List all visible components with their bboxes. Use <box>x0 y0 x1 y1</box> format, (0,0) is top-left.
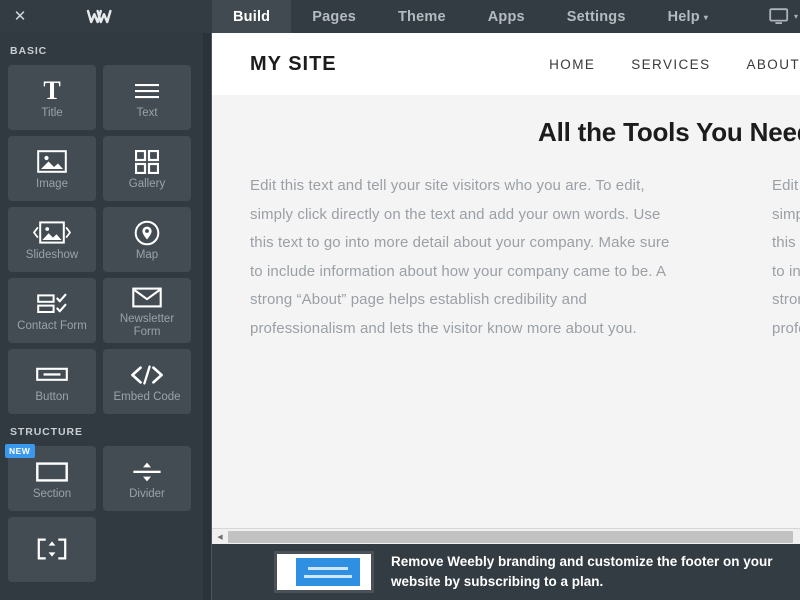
upgrade-banner[interactable]: Remove Weebly branding and customize the… <box>212 544 800 600</box>
element-tile-section[interactable]: NEW Section <box>5 444 96 511</box>
tab-theme-label: Theme <box>397 8 446 25</box>
title-icon: T <box>43 75 61 105</box>
element-tile-contact-form[interactable]: Contact Form <box>8 278 96 343</box>
weebly-logo-icon[interactable] <box>86 8 112 26</box>
section-label-structure: STRUCTURE <box>10 426 83 438</box>
image-icon <box>37 147 67 177</box>
spacer-icon <box>37 534 67 564</box>
site-nav-item-services[interactable]: SERVICES <box>631 57 710 72</box>
element-tile-spacer[interactable] <box>8 517 96 582</box>
tab-help-label: Help <box>667 8 700 25</box>
element-tile-text-label: Text <box>136 106 158 119</box>
tab-settings[interactable]: Settings <box>546 0 647 33</box>
tab-help[interactable]: Help ▾ <box>647 0 729 33</box>
upgrade-banner-text: Remove Weebly branding and customize the… <box>391 554 773 589</box>
element-tile-button[interactable]: Button <box>8 349 96 414</box>
element-tile-divider-label: Divider <box>129 487 165 500</box>
sidebar-resize-handle[interactable] <box>203 33 212 600</box>
banner-thumbnail-image <box>274 551 374 593</box>
device-preview-controls: ▾ <box>766 0 800 33</box>
content-columns: Edit this text and tell your site visito… <box>212 148 800 343</box>
tab-build[interactable]: Build <box>212 0 292 33</box>
page-title[interactable]: All the Tools You Need <box>212 95 800 148</box>
text-column-right[interactable]: Edit this text and tell your site visito… <box>772 172 800 343</box>
site-header[interactable]: MY SITE HOME SERVICES ABOUT <box>212 33 800 95</box>
scrollbar-thumb[interactable] <box>228 530 793 543</box>
section-icon <box>36 457 68 487</box>
element-tile-divider[interactable]: Divider <box>103 446 191 511</box>
element-tile-contact-form-label: Contact Form <box>17 319 87 332</box>
site-nav-item-home[interactable]: HOME <box>549 57 595 72</box>
banner-thumbnail-line <box>304 574 352 578</box>
element-tile-embed-code-label: Embed Code <box>113 390 181 403</box>
site-body: All the Tools You Need Edit this text an… <box>212 95 800 528</box>
new-badge: NEW <box>5 444 36 458</box>
site-nav-item-about[interactable]: ABOUT <box>746 57 800 72</box>
embed-code-icon <box>130 360 164 390</box>
divider-icon <box>132 457 162 487</box>
element-tile-title-label: Title <box>41 106 63 119</box>
chevron-down-icon: ▾ <box>703 13 709 22</box>
top-toolbar: ✕ Build Pages Theme Apps Settings Help ▾… <box>0 0 800 33</box>
horizontal-scrollbar[interactable]: ◀ <box>212 528 800 544</box>
tab-build-label: Build <box>233 8 271 25</box>
banner-thumbnail-line <box>308 566 348 570</box>
site-preview-canvas[interactable]: MY SITE HOME SERVICES ABOUT All the Tool… <box>212 33 800 528</box>
main-navigation: Build Pages Theme Apps Settings Help ▾ ▾ <box>212 0 800 33</box>
element-tile-slideshow[interactable]: Slideshow <box>8 207 96 272</box>
newsletter-form-icon <box>132 282 162 312</box>
basic-elements-grid: T Title Text Image Gallery Slideshow Map… <box>0 65 203 414</box>
scroll-left-arrow-icon[interactable]: ◀ <box>212 529 228 544</box>
element-tile-text[interactable]: Text <box>103 65 191 130</box>
tab-apps-label: Apps <box>487 8 525 25</box>
tab-pages[interactable]: Pages <box>291 0 377 33</box>
slideshow-icon <box>33 218 71 248</box>
element-tile-newsletter-form-label: Newsletter Form <box>119 313 175 338</box>
element-tile-slideshow-label: Slideshow <box>25 248 79 261</box>
button-icon <box>36 360 68 390</box>
tab-apps[interactable]: Apps <box>467 0 546 33</box>
contact-form-icon <box>37 289 67 319</box>
element-tile-image-label: Image <box>36 177 68 190</box>
toolbar-brand-area: ✕ <box>0 0 212 33</box>
banner-thumbnail-inner <box>296 558 360 586</box>
element-tile-gallery[interactable]: Gallery <box>103 136 191 201</box>
gallery-icon <box>135 147 159 177</box>
monitor-icon[interactable] <box>766 6 792 28</box>
text-column-left[interactable]: Edit this text and tell your site visito… <box>250 172 682 343</box>
weebly-editor-window: ✕ Build Pages Theme Apps Settings Help ▾… <box>0 0 800 600</box>
element-tile-gallery-label: Gallery <box>128 177 166 190</box>
site-logo[interactable]: MY SITE <box>250 53 337 76</box>
structure-elements-grid: NEW Section Divider <box>0 444 203 582</box>
site-navigation: HOME SERVICES ABOUT <box>549 57 800 72</box>
map-pin-icon <box>134 218 160 248</box>
tab-theme[interactable]: Theme <box>377 0 467 33</box>
tab-pages-label: Pages <box>312 8 356 25</box>
close-icon[interactable]: ✕ <box>0 0 40 33</box>
text-icon <box>134 76 160 106</box>
element-tile-newsletter-form[interactable]: Newsletter Form <box>103 278 191 343</box>
section-label-basic: BASIC <box>10 45 48 57</box>
element-tile-title[interactable]: T Title <box>8 65 96 130</box>
element-tile-map-label: Map <box>135 248 159 261</box>
element-tile-image[interactable]: Image <box>8 136 96 201</box>
element-tile-map[interactable]: Map <box>103 207 191 272</box>
element-tile-button-label: Button <box>35 390 69 403</box>
device-chevron-down-icon[interactable]: ▾ <box>794 12 798 21</box>
element-tile-embed-code[interactable]: Embed Code <box>103 349 191 414</box>
tab-settings-label: Settings <box>566 8 626 25</box>
elements-sidebar: BASIC T Title Text Image Gallery Slidesh… <box>0 33 203 600</box>
element-tile-section-label: Section <box>32 487 72 500</box>
